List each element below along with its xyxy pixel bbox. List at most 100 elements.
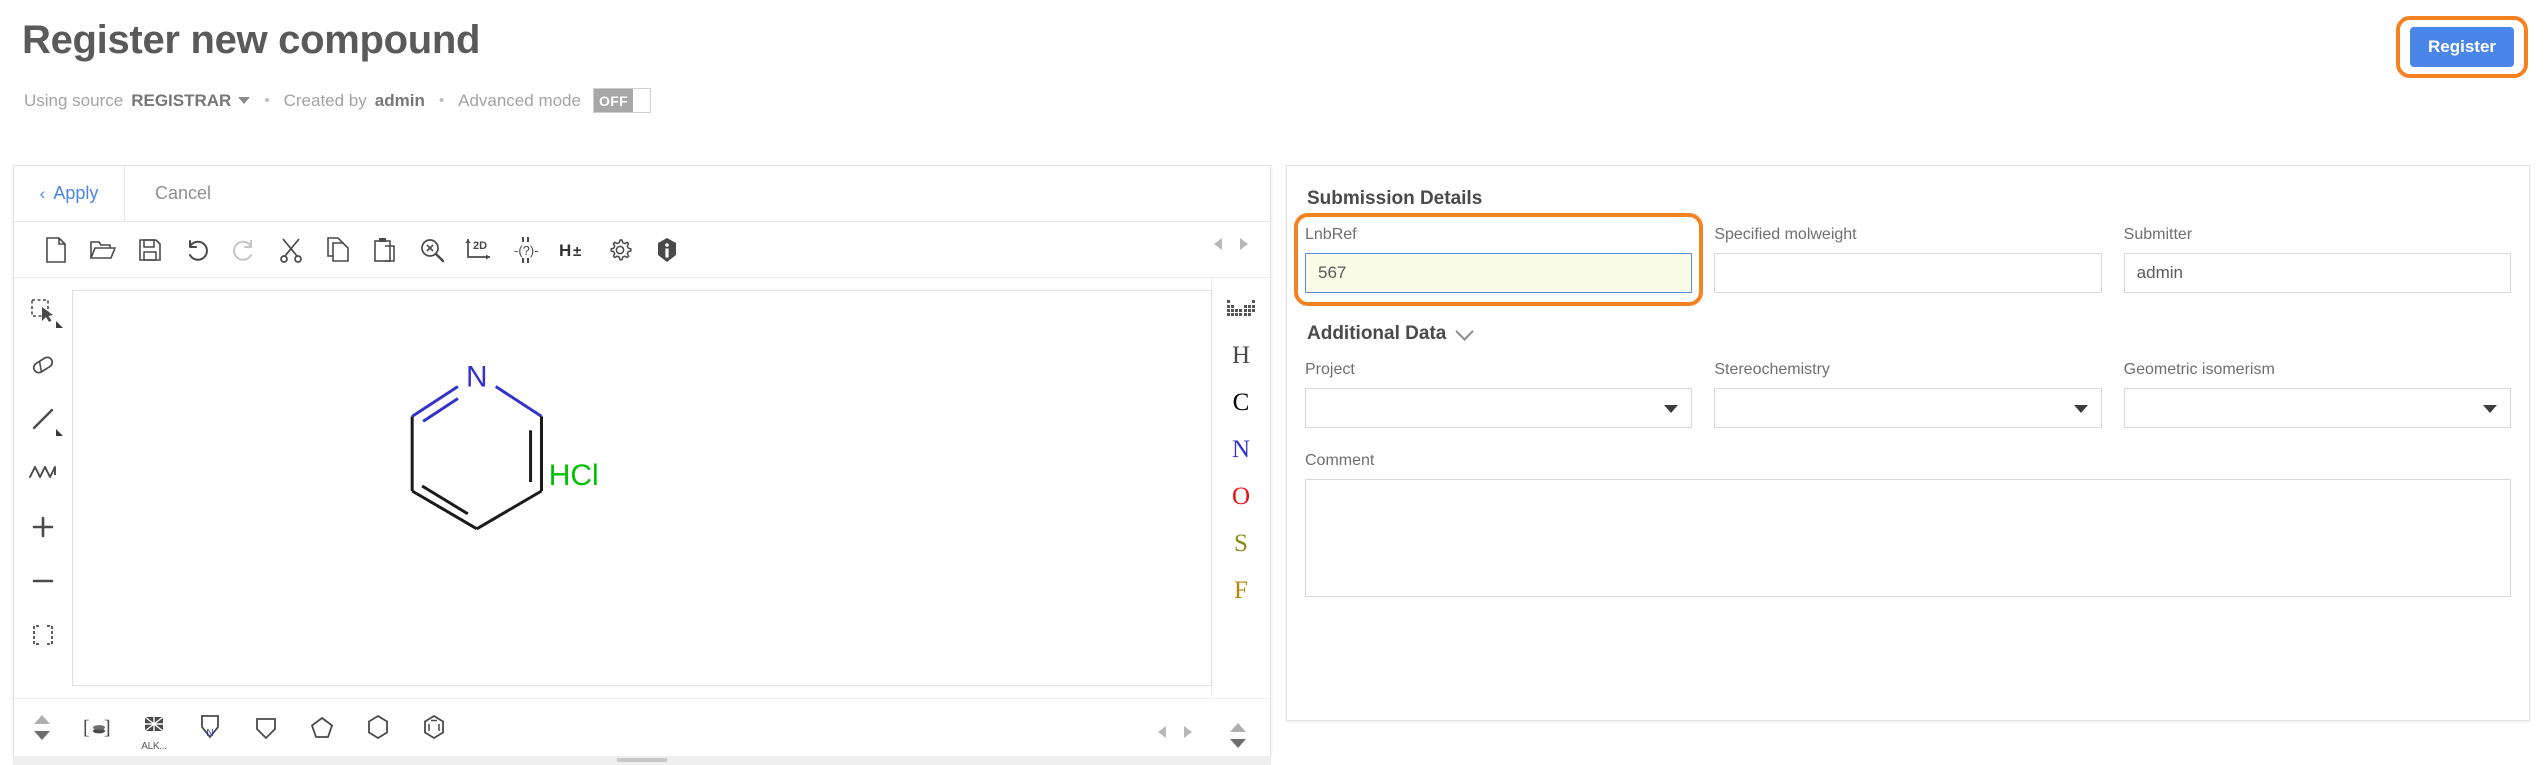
element-o[interactable]: O [1219, 479, 1263, 515]
submission-details-card: Submission Details LnbRef Specified molw… [1286, 165, 2530, 721]
submitter-field: Submitter [2124, 226, 2511, 293]
svg-text:H: H [559, 241, 571, 260]
stereochemistry-field: Stereochemistry [1714, 361, 2101, 428]
pyridine-structure: N [73, 291, 1211, 685]
additional-data-header[interactable]: Additional Data [1307, 323, 2511, 345]
new-file-icon[interactable] [32, 228, 79, 272]
page-header: Register new compound Using source REGIS… [0, 0, 2545, 150]
comment-textarea[interactable] [1305, 479, 2511, 597]
spinner-down-icon[interactable] [34, 731, 50, 740]
copy-icon[interactable] [314, 228, 361, 272]
charge-plus-icon[interactable] [21, 507, 65, 547]
separator-dot-2: • [439, 92, 444, 109]
paste-icon[interactable] [361, 228, 408, 272]
template-scroll-spinner [14, 715, 70, 740]
pyrrole-ring-icon[interactable]: N [182, 705, 238, 751]
abbreviation-icon[interactable]: ALK... [126, 705, 182, 751]
created-by-value: admin [375, 91, 425, 111]
svg-text:[: [ [83, 717, 90, 739]
structure-check-icon[interactable]: -(?)- [502, 228, 549, 272]
template-pagination [1158, 726, 1192, 738]
specified-molweight-field: Specified molweight [1714, 226, 2101, 293]
toggle-track [633, 89, 650, 112]
register-compound-page: Register new compound Using source REGIS… [0, 0, 2545, 765]
open-folder-icon[interactable] [79, 228, 126, 272]
template-next-icon[interactable] [1184, 726, 1192, 738]
cyclopentadiene-ring-icon[interactable] [238, 705, 294, 751]
structure-editor-card: ‹ Apply Cancel [13, 165, 1271, 755]
chevron-left-icon: ‹ [40, 185, 46, 202]
element-f[interactable]: F [1219, 573, 1263, 609]
bracket-tool-icon[interactable] [21, 615, 65, 655]
element-h[interactable]: H [1219, 338, 1263, 374]
settings-gear-icon[interactable] [596, 228, 643, 272]
group-bracket-icon[interactable]: [] [70, 705, 126, 751]
stereochemistry-select[interactable] [1714, 388, 2101, 428]
cut-icon[interactable] [267, 228, 314, 272]
submitter-input[interactable] [2124, 253, 2511, 293]
scrollbar-grip[interactable] [617, 758, 667, 762]
register-button[interactable]: Register [2410, 27, 2514, 67]
additional-data-title: Additional Data [1307, 323, 1446, 345]
element-c[interactable]: C [1219, 385, 1263, 421]
lnbref-input[interactable] [1305, 253, 1692, 293]
sketcher-bottom-toolbar: [] ALK... N [14, 698, 1270, 756]
submission-details-title: Submission Details [1307, 188, 2511, 210]
info-icon[interactable] [643, 228, 690, 272]
chain-tool-icon[interactable] [21, 453, 65, 493]
project-select[interactable] [1305, 388, 1692, 428]
hydrogen-toggle-icon[interactable]: H± [549, 228, 596, 272]
redo-icon[interactable] [220, 228, 267, 272]
chevron-down-icon[interactable] [1456, 322, 1474, 340]
benzene-ring-icon[interactable] [406, 705, 462, 751]
palette-up-icon[interactable] [1230, 723, 1246, 732]
horizontal-scrollbar[interactable] [13, 756, 1271, 765]
cancel-button[interactable]: Cancel [125, 166, 211, 221]
chevron-down-icon[interactable] [238, 97, 250, 104]
specified-molweight-input[interactable] [1714, 253, 2101, 293]
spinner-up-icon[interactable] [34, 715, 50, 724]
element-palette: H C N O S F [1211, 277, 1270, 699]
page-subheader: Using source REGISTRAR • Created by admi… [24, 88, 651, 113]
bond-tool-icon[interactable] [21, 399, 65, 439]
element-n[interactable]: N [1219, 432, 1263, 468]
svg-text:±: ± [573, 243, 581, 260]
select-tool-icon[interactable] [21, 291, 65, 331]
chevron-down-icon [1664, 405, 1678, 413]
save-icon[interactable] [126, 228, 173, 272]
toolbar-next-icon[interactable] [1240, 238, 1248, 250]
undo-icon[interactable] [173, 228, 220, 272]
toolbar-prev-icon[interactable] [1214, 238, 1222, 250]
clean-2d-icon[interactable]: 2D [455, 228, 502, 272]
comment-label: Comment [1305, 452, 2511, 470]
geometric-isomerism-label: Geometric isomerism [2124, 361, 2511, 379]
apply-label: Apply [53, 183, 98, 204]
source-value[interactable]: REGISTRAR [131, 91, 231, 111]
apply-button[interactable]: ‹ Apply [14, 166, 125, 221]
palette-down-icon[interactable] [1230, 739, 1246, 748]
molecule-sketcher: 2D -(?)- H± [14, 222, 1270, 756]
additional-fields-row: Project Stereochemistry Geometric isomer… [1305, 361, 2511, 428]
svg-text:]: ] [104, 717, 111, 739]
bond-tool-expand-icon[interactable] [56, 429, 63, 436]
submission-fields-row: LnbRef Specified molweight Submitter [1305, 226, 2511, 293]
select-tool-expand-icon[interactable] [56, 321, 63, 328]
using-source-label: Using source [24, 91, 123, 111]
eraser-tool-icon[interactable] [21, 345, 65, 385]
molecule-canvas[interactable]: N HCl [72, 290, 1212, 686]
nitrogen-label: N [466, 361, 488, 394]
advanced-mode-toggle[interactable]: OFF [593, 88, 651, 113]
cyclopentane-ring-icon[interactable] [294, 705, 350, 751]
geometric-isomerism-field: Geometric isomerism [2124, 361, 2511, 428]
advanced-mode-state: OFF [594, 89, 633, 112]
element-s[interactable]: S [1219, 526, 1263, 562]
template-prev-icon[interactable] [1158, 726, 1166, 738]
zoom-reset-icon[interactable] [408, 228, 455, 272]
submitter-label: Submitter [2124, 226, 2511, 244]
geometric-isomerism-select[interactable] [2124, 388, 2511, 428]
palette-scroll-spinner [1230, 723, 1246, 748]
created-by-label: Created by [284, 91, 367, 111]
periodic-table-icon[interactable] [1219, 291, 1263, 327]
cyclohexane-ring-icon[interactable] [350, 705, 406, 751]
charge-minus-icon[interactable] [21, 561, 65, 601]
